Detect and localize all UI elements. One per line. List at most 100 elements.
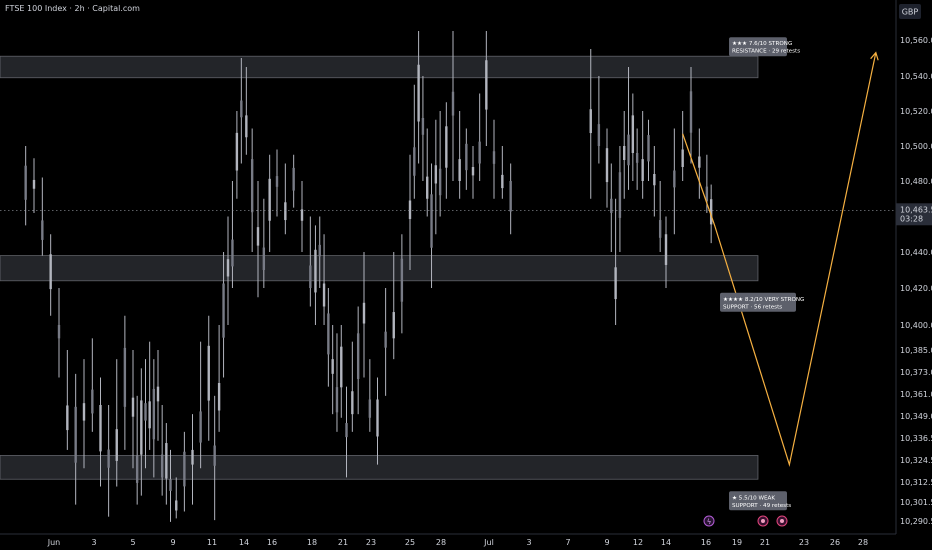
- currency-label: GBP: [902, 8, 919, 17]
- candle-body: [144, 403, 147, 421]
- candle-body: [597, 124, 601, 146]
- price-tick-label: 10,361.0: [900, 390, 932, 399]
- candle-body: [362, 302, 366, 324]
- candle-body: [681, 149, 684, 167]
- price-tick-label: 10,385.0: [900, 346, 932, 355]
- candle-body: [207, 345, 210, 401]
- candle-body: [199, 411, 202, 443]
- candle-body: [605, 148, 609, 183]
- candle-body: [458, 159, 461, 181]
- candle-body: [183, 451, 186, 487]
- candle-body: [673, 170, 676, 188]
- candle-body: [340, 346, 343, 388]
- support-zone[interactable]: [0, 255, 759, 282]
- zone-rating-text: ★★★★ 8.2/10 VERY STRONG: [723, 296, 804, 303]
- date-tick-label: 11: [207, 538, 217, 547]
- candle-body: [623, 146, 626, 160]
- candle-body: [647, 135, 650, 162]
- candle-body: [152, 388, 156, 440]
- candle-body: [250, 159, 254, 213]
- candle-body: [231, 239, 234, 267]
- date-tick-label: 16: [701, 538, 711, 547]
- candle-body: [392, 312, 395, 339]
- candle-body: [107, 449, 110, 468]
- date-tick-label: 18: [307, 538, 317, 547]
- candle-body: [284, 202, 287, 221]
- date-tick-label: 23: [366, 538, 376, 547]
- date-tick-label: 26: [830, 538, 840, 547]
- candle-body: [492, 151, 496, 164]
- candle-body: [331, 359, 334, 374]
- date-tick-label: 21: [760, 538, 770, 547]
- candle-body: [368, 399, 372, 418]
- candle-body: [222, 283, 225, 338]
- candle-body: [471, 167, 475, 176]
- zone-retests-text: RESISTANCE · 29 retests: [732, 49, 800, 55]
- candle-body: [82, 403, 86, 421]
- date-tick-label: Jul: [483, 538, 494, 547]
- candle-body: [408, 200, 412, 219]
- candle-body: [135, 455, 139, 483]
- date-tick-label: 7: [565, 538, 570, 547]
- candle-body: [175, 500, 178, 511]
- candle-body: [309, 265, 312, 288]
- resistance-zone[interactable]: [0, 55, 759, 79]
- candle-body: [351, 391, 354, 415]
- candle-body: [213, 445, 216, 466]
- candle-body: [434, 165, 438, 184]
- price-tick-label: 10,480.0: [900, 177, 932, 186]
- chart-canvas[interactable]: ★★★ 7.6/10 STRONG RESISTANCE · 29 retests…: [0, 0, 932, 550]
- date-tick-label: 9: [604, 538, 609, 547]
- price-tick-label: 10,324.5: [900, 456, 932, 465]
- date-tick-label: 25: [405, 538, 415, 547]
- price-tick-label: 10,520.0: [900, 107, 932, 116]
- date-tick-label: 3: [91, 538, 96, 547]
- candle-body: [345, 423, 348, 438]
- candle-body: [618, 172, 622, 218]
- support-zone-label: ★ 5.5/10 WEAK SUPPORT · 49 retests: [729, 491, 791, 511]
- current-price-label: 10,463.5: [900, 205, 932, 214]
- candle-body: [501, 174, 504, 189]
- event-dot-icon: [780, 519, 784, 523]
- candle-body: [451, 91, 455, 116]
- candle-body: [300, 209, 304, 221]
- price-tick-label: 10,560.0: [900, 36, 932, 45]
- candle-body: [610, 198, 613, 213]
- candle-body: [356, 333, 360, 379]
- candle-body: [226, 259, 230, 277]
- candle-body: [438, 168, 442, 196]
- zone-rating-text: ★★★ 7.6/10 STRONG: [732, 40, 792, 47]
- candle-body: [191, 449, 194, 465]
- candle-body: [417, 64, 420, 122]
- candle-body: [24, 165, 27, 200]
- zone-retests-text: SUPPORT · 56 retests: [723, 304, 782, 310]
- date-tick-label: 28: [436, 538, 446, 547]
- date-tick-label: 16: [267, 538, 277, 547]
- candle-body: [478, 141, 481, 164]
- price-tick-label: 10,500.0: [900, 142, 932, 151]
- zone-rating-text: ★ 5.5/10 WEAK: [732, 494, 775, 501]
- date-tick-label: 14: [661, 538, 671, 547]
- date-tick-label: 23: [799, 538, 809, 547]
- candle-body: [262, 247, 266, 270]
- candle-body: [322, 283, 326, 307]
- price-tick-label: 10,540.0: [900, 72, 932, 81]
- candle-body: [268, 178, 271, 221]
- candle-body: [140, 400, 143, 455]
- candle-body: [32, 179, 36, 189]
- support-zone[interactable]: [0, 455, 759, 480]
- candle-body: [400, 258, 404, 302]
- candle-body: [465, 143, 468, 171]
- time-axis[interactable]: [0, 534, 932, 550]
- date-tick-label: 21: [338, 538, 348, 547]
- zone-retests-text: SUPPORT · 49 retests: [732, 503, 791, 509]
- candle-body: [426, 176, 429, 199]
- candle-body: [156, 386, 160, 402]
- price-tick-label: 10,400.0: [900, 321, 932, 330]
- candle-body: [49, 254, 52, 290]
- candle-body: [698, 156, 701, 168]
- support-zone-label: ★★★★ 8.2/10 VERY STRONGSUPPORT · 56 rete…: [720, 292, 804, 312]
- candle-body: [445, 126, 448, 168]
- price-tick-label: 10,349.0: [900, 412, 932, 421]
- date-tick-label: 28: [858, 538, 868, 547]
